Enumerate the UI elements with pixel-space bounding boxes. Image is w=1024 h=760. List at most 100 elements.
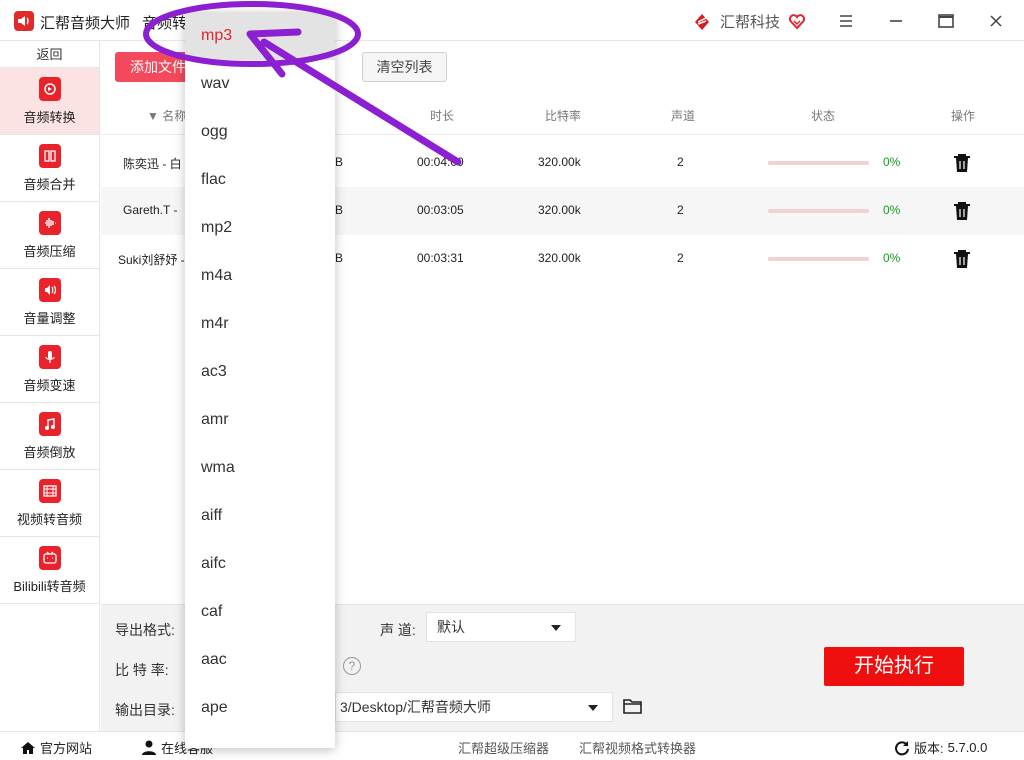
brand-name: 汇帮科技 [720,14,781,31]
audio-merge-icon [38,143,61,168]
output-label: 输出目录: [115,702,175,718]
format-option[interactable]: caf [185,588,335,636]
menu-button[interactable] [832,8,860,34]
file-name: Suki刘舒妤 - [118,253,185,267]
music-note-icon [38,411,61,436]
file-duration: 00:04:00 [417,155,464,169]
progress-percent: 0% [883,251,901,265]
output-dir-select[interactable]: 3/Desktop/汇帮音频大师 [335,692,613,722]
format-option[interactable]: ape [185,684,335,732]
format-option[interactable]: ac3 [185,348,335,396]
sort-down-icon: ▼ [147,109,159,123]
maximize-button[interactable] [932,8,960,34]
channel-label: 声 道: [380,622,416,638]
format-option[interactable]: mp3 [185,12,335,60]
format-option[interactable]: aac [185,636,335,684]
chevron-down-icon [551,625,561,631]
file-duration: 00:03:05 [417,203,464,217]
format-option[interactable]: m4a [185,252,335,300]
format-option[interactable]: aifc [185,540,335,588]
file-name: Gareth.T - [123,203,178,217]
maximize-icon [938,14,954,28]
sidebar-item-label: 音频压缩 [23,243,76,259]
sidebar-item-label: 音频合并 [23,176,76,192]
format-option[interactable]: wav [185,60,335,108]
column-header: 时长 [430,109,455,123]
chevron-down-icon [588,705,598,711]
file-bitrate: 320.00k [538,203,581,217]
format-option[interactable]: amr [185,396,335,444]
file-size: B [335,203,344,217]
audio-compress-icon [38,210,61,235]
sidebar-item-audio-merge[interactable]: 音频合并 [0,135,99,202]
version-value: 5.7.0.0 [947,740,988,755]
sidebar-item-audio-convert[interactable]: 音频转换 [0,68,99,135]
progress-bar [768,209,869,213]
minimize-icon [890,20,902,22]
sidebar: 返回 音频转换 音频合并 音频压缩 音量调整 音频变速 音频倒放 视频转音频 B… [0,41,100,731]
sidebar-item-audio-compress[interactable]: 音频压缩 [0,202,99,269]
menu-icon [840,15,852,27]
brand: 汇帮科技 [692,11,806,32]
version-info[interactable]: 版本: 5.7.0.0 [894,738,987,757]
bitrate-label: 比 特 率: [115,662,169,678]
folder-icon[interactable] [623,697,643,715]
column-header: 比特率 [545,109,582,123]
video-converter-link[interactable]: 汇帮视频格式转换器 [579,738,696,757]
clear-list-button[interactable]: 清空列表 [362,52,447,82]
official-website-label: 官方网站 [40,741,93,756]
file-size: B [335,251,344,265]
delete-icon[interactable] [953,249,971,269]
film-icon [38,478,61,503]
channel-select[interactable]: 默认 [426,612,576,642]
minimize-button[interactable] [882,8,910,34]
channel-select-value: 默认 [437,619,465,635]
file-name: 陈奕迅 - 白 [123,157,182,171]
official-website-link[interactable]: 官方网站 [20,738,92,757]
file-duration: 00:03:31 [417,251,464,265]
version-label: 版本: [914,741,944,756]
bilibili-icon [38,545,61,570]
format-label: 导出格式: [115,622,175,638]
sidebar-item-video-to-audio[interactable]: 视频转音频 [0,470,99,537]
microphone-icon [38,344,61,369]
user-icon [142,740,156,755]
format-option[interactable]: flac [185,156,335,204]
format-option[interactable]: ogg [185,108,335,156]
sort-name-header[interactable]: ▼ 名称 [147,107,186,124]
sidebar-item-audio-speed[interactable]: 音频变速 [0,336,99,403]
title-bar: 汇帮音频大师 音频转换 汇帮科技 [0,0,1024,41]
file-bitrate: 320.00k [538,251,581,265]
format-option[interactable]: wma [185,444,335,492]
format-option[interactable]: aiff [185,492,335,540]
format-option[interactable]: mp2 [185,204,335,252]
heart-icon[interactable] [788,13,806,31]
super-compressor-link[interactable]: 汇帮超级压缩器 [458,738,549,757]
refresh-icon [895,740,909,755]
format-option[interactable]: m4r [185,300,335,348]
column-header: 名称 [162,109,187,123]
volume-icon [38,277,61,302]
delete-icon[interactable] [953,201,971,221]
sidebar-item-volume[interactable]: 音量调整 [0,269,99,336]
progress-percent: 0% [883,203,901,217]
sidebar-item-bilibili[interactable]: Bilibili转音频 [0,537,99,604]
column-header: 状态 [811,109,836,123]
sidebar-item-label: 音频变速 [23,377,76,393]
output-dir-value: 3/Desktop/汇帮音频大师 [340,699,491,715]
file-channels: 2 [677,203,684,217]
format-dropdown[interactable]: mp3 wav ogg flac mp2 m4a m4r ac3 amr wma… [185,12,335,748]
progress-bar [768,257,869,261]
sidebar-item-label: 音频转换 [23,109,76,125]
close-button[interactable] [982,8,1010,34]
delete-icon[interactable] [953,153,971,173]
help-icon[interactable]: ? [343,657,361,675]
status-bar: 官方网站 在线客服 汇帮超级压缩器 汇帮视频格式转换器 版本: 5.7.0.0 [0,731,1024,760]
start-button[interactable]: 开始执行 [824,647,964,686]
progress-percent: 0% [883,155,901,169]
file-channels: 2 [677,155,684,169]
column-header: 操作 [951,109,976,123]
back-link[interactable]: 返回 [0,41,99,68]
sidebar-item-audio-reverse[interactable]: 音频倒放 [0,403,99,470]
file-size: B [335,155,344,169]
